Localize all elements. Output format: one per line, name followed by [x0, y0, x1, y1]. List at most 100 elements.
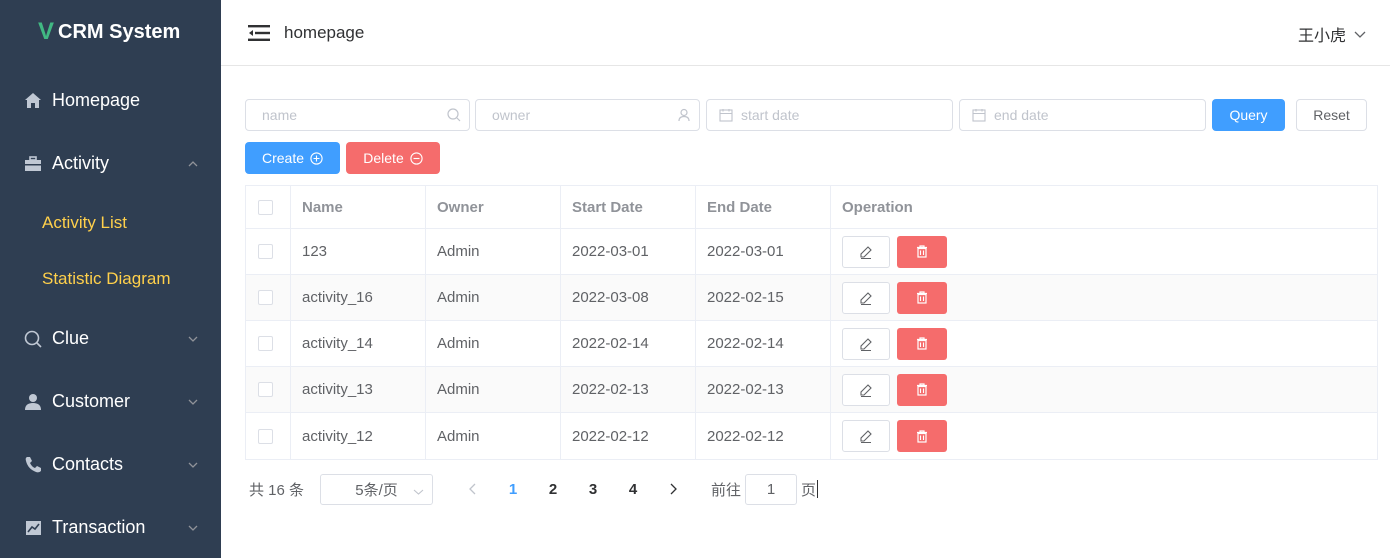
cell-end-date: 2022-03-01	[696, 229, 831, 274]
sidebar: V CRM System Homepage Activity Activity …	[0, 0, 221, 558]
trash-icon	[917, 429, 927, 443]
owner-search-input[interactable]: owner	[475, 99, 700, 131]
goto-page-input[interactable]: 1	[745, 473, 798, 505]
reset-button[interactable]: Reset	[1296, 99, 1367, 131]
edit-button[interactable]	[842, 281, 890, 314]
name-search-input[interactable]: name	[245, 99, 470, 131]
search-icon	[439, 108, 469, 122]
sidebar-item-label: Homepage	[52, 90, 141, 110]
cell-owner: Admin	[426, 275, 561, 320]
edit-button[interactable]	[842, 327, 890, 360]
page-2[interactable]: 2	[533, 481, 573, 498]
trash-icon	[917, 245, 927, 258]
row-checkbox[interactable]	[258, 244, 273, 259]
delete-row-button[interactable]	[897, 235, 947, 268]
page-size-select[interactable]: 5条/页	[320, 473, 434, 505]
table-row: activity_12 Admin 2022-02-12 2022-02-12	[246, 413, 1377, 459]
delete-row-button[interactable]	[897, 420, 947, 452]
activity-table: Name Owner Start Date End Date Operation…	[245, 185, 1378, 460]
cell-end-date: 2022-02-13	[696, 367, 831, 412]
page-4[interactable]: 4	[613, 481, 653, 498]
delete-row-button[interactable]	[897, 327, 947, 360]
vue-logo-icon: V	[38, 18, 55, 45]
phone-icon	[24, 456, 42, 474]
page-3[interactable]: 3	[573, 481, 613, 498]
sidebar-item-activity[interactable]: Activity	[0, 132, 221, 195]
row-checkbox[interactable]	[258, 290, 273, 305]
cell-name: activity_16	[291, 275, 426, 320]
cell-start-date: 2022-02-12	[561, 413, 696, 459]
chart-icon	[24, 519, 42, 537]
row-checkbox[interactable]	[258, 336, 273, 351]
chevron-left-icon	[469, 483, 476, 495]
plus-circle-icon	[310, 151, 323, 165]
cell-owner: Admin	[426, 413, 561, 459]
sidebar-item-label: Transaction	[52, 517, 146, 537]
start-date-picker[interactable]: start date	[706, 99, 953, 131]
column-header-name[interactable]: Name	[291, 186, 426, 228]
query-button[interactable]: Query	[1212, 99, 1285, 131]
cell-operation	[831, 275, 1377, 320]
sidebar-subitem-statistic-diagram[interactable]: Statistic Diagram	[0, 251, 221, 307]
sidebar-item-label: Customer	[52, 391, 131, 411]
page-jumper: 前往 1 页	[711, 473, 819, 505]
menu-fold-icon[interactable]	[248, 24, 270, 42]
cell-end-date: 2022-02-12	[696, 413, 831, 459]
select-all-checkbox[interactable]	[258, 199, 273, 215]
text-cursor	[817, 480, 819, 498]
cell-operation	[831, 367, 1377, 412]
cell-owner: Admin	[426, 229, 561, 274]
page-1[interactable]: 1	[493, 481, 533, 498]
user-name: 王小虎	[1297, 28, 1346, 45]
sidebar-subitem-activity-list[interactable]: Activity List	[0, 195, 221, 251]
row-checkbox[interactable]	[258, 382, 273, 397]
trash-icon	[917, 291, 927, 304]
table-row: 123 Admin 2022-03-01 2022-03-01	[246, 229, 1377, 275]
end-date-placeholder: end date	[994, 107, 1049, 123]
chevron-down-icon	[1354, 31, 1366, 38]
sidebar-item-homepage[interactable]: Homepage	[0, 69, 221, 132]
chevron-down-icon	[188, 525, 198, 531]
minus-circle-icon	[410, 151, 423, 165]
create-button[interactable]: Create	[245, 142, 340, 174]
chevron-down-icon	[413, 489, 424, 495]
delete-row-button[interactable]	[897, 373, 947, 406]
user-icon	[669, 108, 699, 122]
next-page-button[interactable]	[653, 483, 693, 495]
trash-icon	[917, 383, 927, 396]
edit-icon	[860, 337, 872, 351]
column-header-start-date[interactable]: Start Date	[561, 186, 696, 228]
sidebar-item-label: Contacts	[52, 454, 124, 474]
chevron-up-icon	[188, 160, 198, 166]
row-checkbox[interactable]	[258, 428, 273, 444]
cell-operation	[831, 413, 1377, 459]
app-logo: V CRM System	[0, 0, 221, 64]
cell-owner: Admin	[426, 321, 561, 366]
user-dropdown[interactable]: 王小虎	[1298, 22, 1366, 46]
end-date-picker[interactable]: end date	[959, 99, 1206, 131]
cell-operation	[831, 321, 1377, 366]
cell-end-date: 2022-02-14	[696, 321, 831, 366]
sidebar-item-customer[interactable]: Customer	[0, 370, 221, 433]
cell-start-date: 2022-02-13	[561, 367, 696, 412]
sidebar-item-transaction[interactable]: Transaction	[0, 496, 221, 558]
column-header-end-date[interactable]: End Date	[696, 186, 831, 228]
column-header-owner[interactable]: Owner	[426, 186, 561, 228]
edit-button[interactable]	[842, 373, 890, 406]
breadcrumb[interactable]: homepage	[284, 23, 364, 43]
edit-button[interactable]	[842, 420, 890, 452]
delete-row-button[interactable]	[897, 281, 947, 314]
start-date-placeholder: start date	[741, 107, 800, 123]
cell-end-date: 2022-02-15	[696, 275, 831, 320]
sidebar-item-label: Activity	[52, 153, 110, 173]
sidebar-item-contacts[interactable]: Contacts	[0, 433, 221, 496]
cell-name: 123	[291, 229, 426, 274]
prev-page-button[interactable]	[453, 483, 493, 495]
cell-name: activity_12	[291, 413, 426, 459]
delete-label: Delete	[363, 150, 404, 166]
sidebar-item-clue[interactable]: Clue	[0, 307, 221, 370]
edit-button[interactable]	[842, 235, 890, 268]
cell-owner: Admin	[426, 367, 561, 412]
delete-button[interactable]: Delete	[346, 142, 440, 174]
chevron-down-icon	[188, 399, 198, 405]
